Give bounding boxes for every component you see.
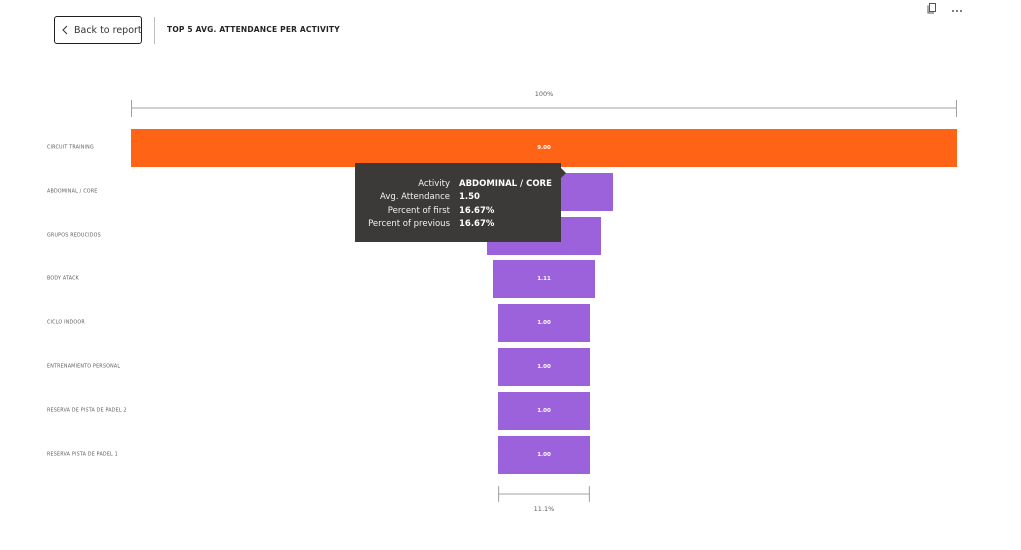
tooltip-key: Activity xyxy=(418,178,450,189)
funnel-bar-value: 1.11 xyxy=(537,276,551,283)
funnel-bar-value: 1.00 xyxy=(537,451,551,458)
tooltip-value: ABDOMINAL / CORE xyxy=(459,178,552,189)
tooltip-arrow xyxy=(561,168,566,178)
funnel-chart: CIRCUIT TRAINING 9.00 ABDOMINAL / CORE GRUP… xyxy=(0,0,1021,550)
top-percent-label: 100% xyxy=(534,90,554,98)
tooltip-row: Percent of first 16.67% xyxy=(355,204,561,218)
funnel-bar-value: 1.00 xyxy=(537,364,551,370)
tooltip-key: Percent of previous xyxy=(368,219,450,230)
tooltip-row: Percent of previous 16.67% xyxy=(355,218,561,232)
funnel-category-label: ENTRENAMIENTO PERSONAL xyxy=(47,364,121,370)
bottom-percent-label: 11.1% xyxy=(533,505,555,513)
funnel-category-label: CIRCUIT TRAINING xyxy=(47,145,94,151)
tooltip-key: Percent of first xyxy=(387,205,450,216)
tooltip-value: 16.67% xyxy=(459,219,495,230)
funnel-category-label: CICLO INDOOR xyxy=(47,320,85,326)
funnel-category-label: RESERVA DE PISTA DE PADEL 2 xyxy=(47,408,127,414)
tooltip-value: 1.50 xyxy=(459,192,480,203)
funnel-category-label: ABDOMINAL / CORE xyxy=(47,189,98,195)
funnel-bar-value: 1.00 xyxy=(537,407,551,414)
tooltip-key: Avg. Attendance xyxy=(380,192,450,203)
tooltip-row: Avg. Attendance 1.50 xyxy=(355,191,561,205)
tooltip-value: 16.67% xyxy=(459,205,495,216)
funnel-category-label: RESERVA PISTA DE PADEL 1 xyxy=(47,452,118,458)
tooltip: Activity ABDOMINAL / CORE Avg. Attendanc… xyxy=(355,163,566,242)
funnel-category-label: BODY ATACK xyxy=(47,276,80,282)
funnel-bar-value: 9.00 xyxy=(537,145,551,151)
tooltip-row: Activity ABDOMINAL / CORE xyxy=(355,177,561,191)
funnel-category-label: GRUPOS REDUCIDOS xyxy=(47,233,101,239)
funnel-bar-value: 1.00 xyxy=(537,320,551,327)
